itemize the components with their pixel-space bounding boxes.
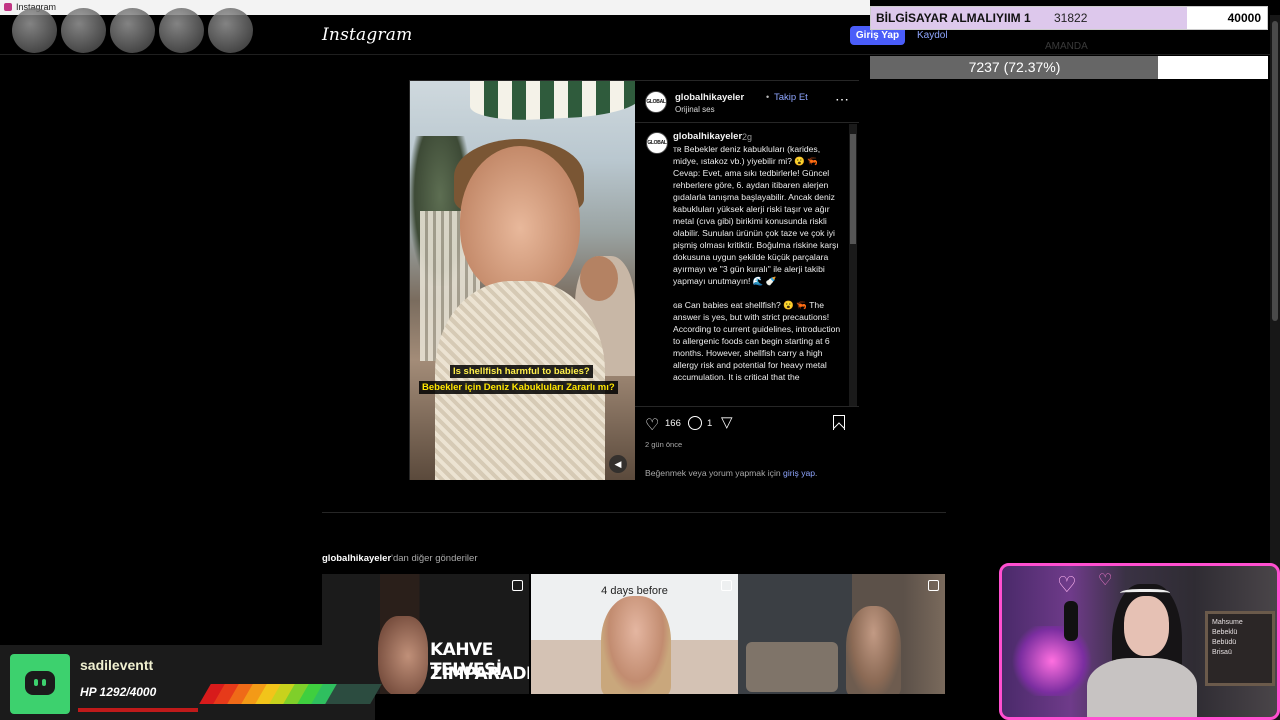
more-posts-author[interactable]: globalhikayeler	[322, 553, 391, 564]
more-posts-heading: globalhikayeler'dan diğer gönderiler	[322, 553, 478, 564]
webcam-light	[1012, 626, 1092, 696]
hp-value: HP 1292/4000	[80, 685, 157, 699]
overlay-circle-icon	[12, 8, 57, 53]
comment-count[interactable]: 1	[707, 418, 712, 429]
donation-goal-label: BİLGİSAYAR ALMALIYIIM 1	[876, 11, 1031, 25]
video-subtitle-en: Is shellfish harmful to babies?	[450, 365, 593, 378]
instagram-logo[interactable]: Instagram	[322, 25, 412, 45]
caption-text: ᴛʀ Bebekler deniz kabukluları (karides, …	[673, 144, 841, 382]
author-avatar[interactable]: GLOBAL	[645, 91, 667, 113]
post-video[interactable]: Is shellfish harmful to babies? Bebekler…	[410, 81, 635, 480]
more-posts-label: 'dan diğer gönderiler	[391, 553, 478, 564]
webcam-board-line: Mahsume	[1212, 619, 1243, 626]
webcam-overlay: ♡ ♡ Mahsume Bebeklü Bebüdü Brisaü	[999, 563, 1280, 720]
thumbnail-person	[846, 606, 901, 694]
post-card: Is shellfish harmful to babies? Bebekler…	[409, 80, 859, 480]
video-scene-person-head	[580, 256, 618, 301]
reel-icon	[512, 580, 523, 591]
streamer-sweater	[1087, 658, 1197, 717]
microphone-icon	[1064, 601, 1078, 641]
hp-overlay: sadileventt HP 1292/4000	[0, 645, 382, 720]
post-author-header: GLOBAL globalhikayeler • Takip Et Orijin…	[635, 81, 859, 123]
video-scene-awning	[470, 81, 635, 123]
webcam-board-line: Bebeklü	[1212, 629, 1238, 636]
heart-icon[interactable]: ♡	[645, 415, 659, 435]
overlay-circle-icon	[61, 8, 106, 53]
overlay-ghost-label: AMANDA	[1045, 41, 1088, 52]
author-name-link[interactable]: globalhikayeler	[675, 92, 744, 103]
caption-username[interactable]: globalhikayeler	[673, 131, 742, 142]
bookmark-icon[interactable]	[833, 415, 845, 430]
webcam-board-line: Bebüdü	[1212, 639, 1237, 646]
overlay-circle-icon	[110, 8, 155, 53]
section-divider	[322, 512, 946, 513]
caption-avatar[interactable]: GLOBAL	[646, 132, 668, 154]
speaker-icon[interactable]: ◀	[609, 455, 627, 473]
thumbnail-title-line2: ZIMPARADIR	[430, 664, 529, 684]
webcam-board-line: Brisaü	[1212, 649, 1232, 656]
audio-label[interactable]: Orijinal ses	[675, 105, 715, 114]
login-prompt-link[interactable]: giriş yap	[783, 468, 815, 478]
share-icon[interactable]: ▽	[721, 413, 733, 431]
login-prompt: Beğenmek veya yorum yapmak için giriş ya…	[645, 468, 817, 478]
post-thumbnail[interactable]: 4 days before	[531, 574, 738, 694]
instagram-app-icon	[4, 3, 12, 11]
overlay-circle-icon	[159, 8, 204, 53]
caption-scrollbar[interactable]	[849, 124, 857, 406]
heart-light-icon: ♡	[1057, 572, 1077, 597]
donation-goal-target: 40000	[1227, 11, 1261, 25]
caption-area: GLOBAL globalhikayeler 2g ᴛʀ Bebekler de…	[635, 124, 859, 406]
sub-progress-bar: 7237 (72.37%)	[870, 56, 1268, 79]
login-prompt-text: Beğenmek veya yorum yapmak için	[645, 468, 781, 478]
post-time-ago: 2 gün önce	[645, 440, 683, 449]
thumbnail-face	[378, 616, 428, 694]
donation-goal-bar: BİLGİSAYAR ALMALIYIIM 1 31822 40000	[870, 6, 1268, 30]
caption-scrollbar-thumb[interactable]	[850, 134, 856, 244]
thumbnail-caption: 4 days before	[601, 585, 668, 597]
login-prompt-suffix: .	[815, 468, 818, 478]
post-sidebar: GLOBAL globalhikayeler • Takip Et Orijin…	[635, 81, 859, 480]
hp-bar-base	[78, 708, 198, 712]
streamer-face	[1124, 596, 1169, 656]
streamlabs-logo-icon	[10, 654, 70, 714]
post-actions: ♡ 166 1 ▽ 2 gün önce Beğenmek veya yorum…	[635, 406, 859, 480]
caption-time: 2g	[742, 132, 753, 142]
reel-icon	[721, 580, 732, 591]
overlay-circle-icon	[208, 8, 253, 53]
post-thumbnail[interactable]	[738, 574, 945, 694]
more-options-icon[interactable]: ⋯	[835, 91, 849, 108]
sub-progress-label: 7237 (72.37%)	[968, 59, 1061, 75]
webcam-board: Mahsume Bebeklü Bebüdü Brisaü	[1205, 611, 1275, 686]
video-scene-child-face	[460, 146, 580, 296]
follow-separator: •	[766, 92, 770, 102]
streamer-glasses	[1120, 589, 1170, 599]
signup-link[interactable]: Kaydol	[917, 30, 948, 41]
comment-icon[interactable]	[688, 416, 702, 430]
hp-username: sadileventt	[80, 657, 154, 673]
thumbnail-person	[601, 596, 671, 694]
thumbnail-bed	[746, 642, 838, 692]
reel-icon	[928, 580, 939, 591]
page-scrollbar-thumb[interactable]	[1272, 21, 1278, 321]
like-count[interactable]: 166	[665, 418, 681, 429]
follow-button[interactable]: Takip Et	[774, 92, 808, 103]
donation-goal-current: 31822	[1054, 11, 1088, 25]
heart-light-icon: ♡	[1098, 572, 1113, 589]
video-subtitle-tr: Bebekler için Deniz Kabukluları Zararlı …	[419, 381, 618, 394]
